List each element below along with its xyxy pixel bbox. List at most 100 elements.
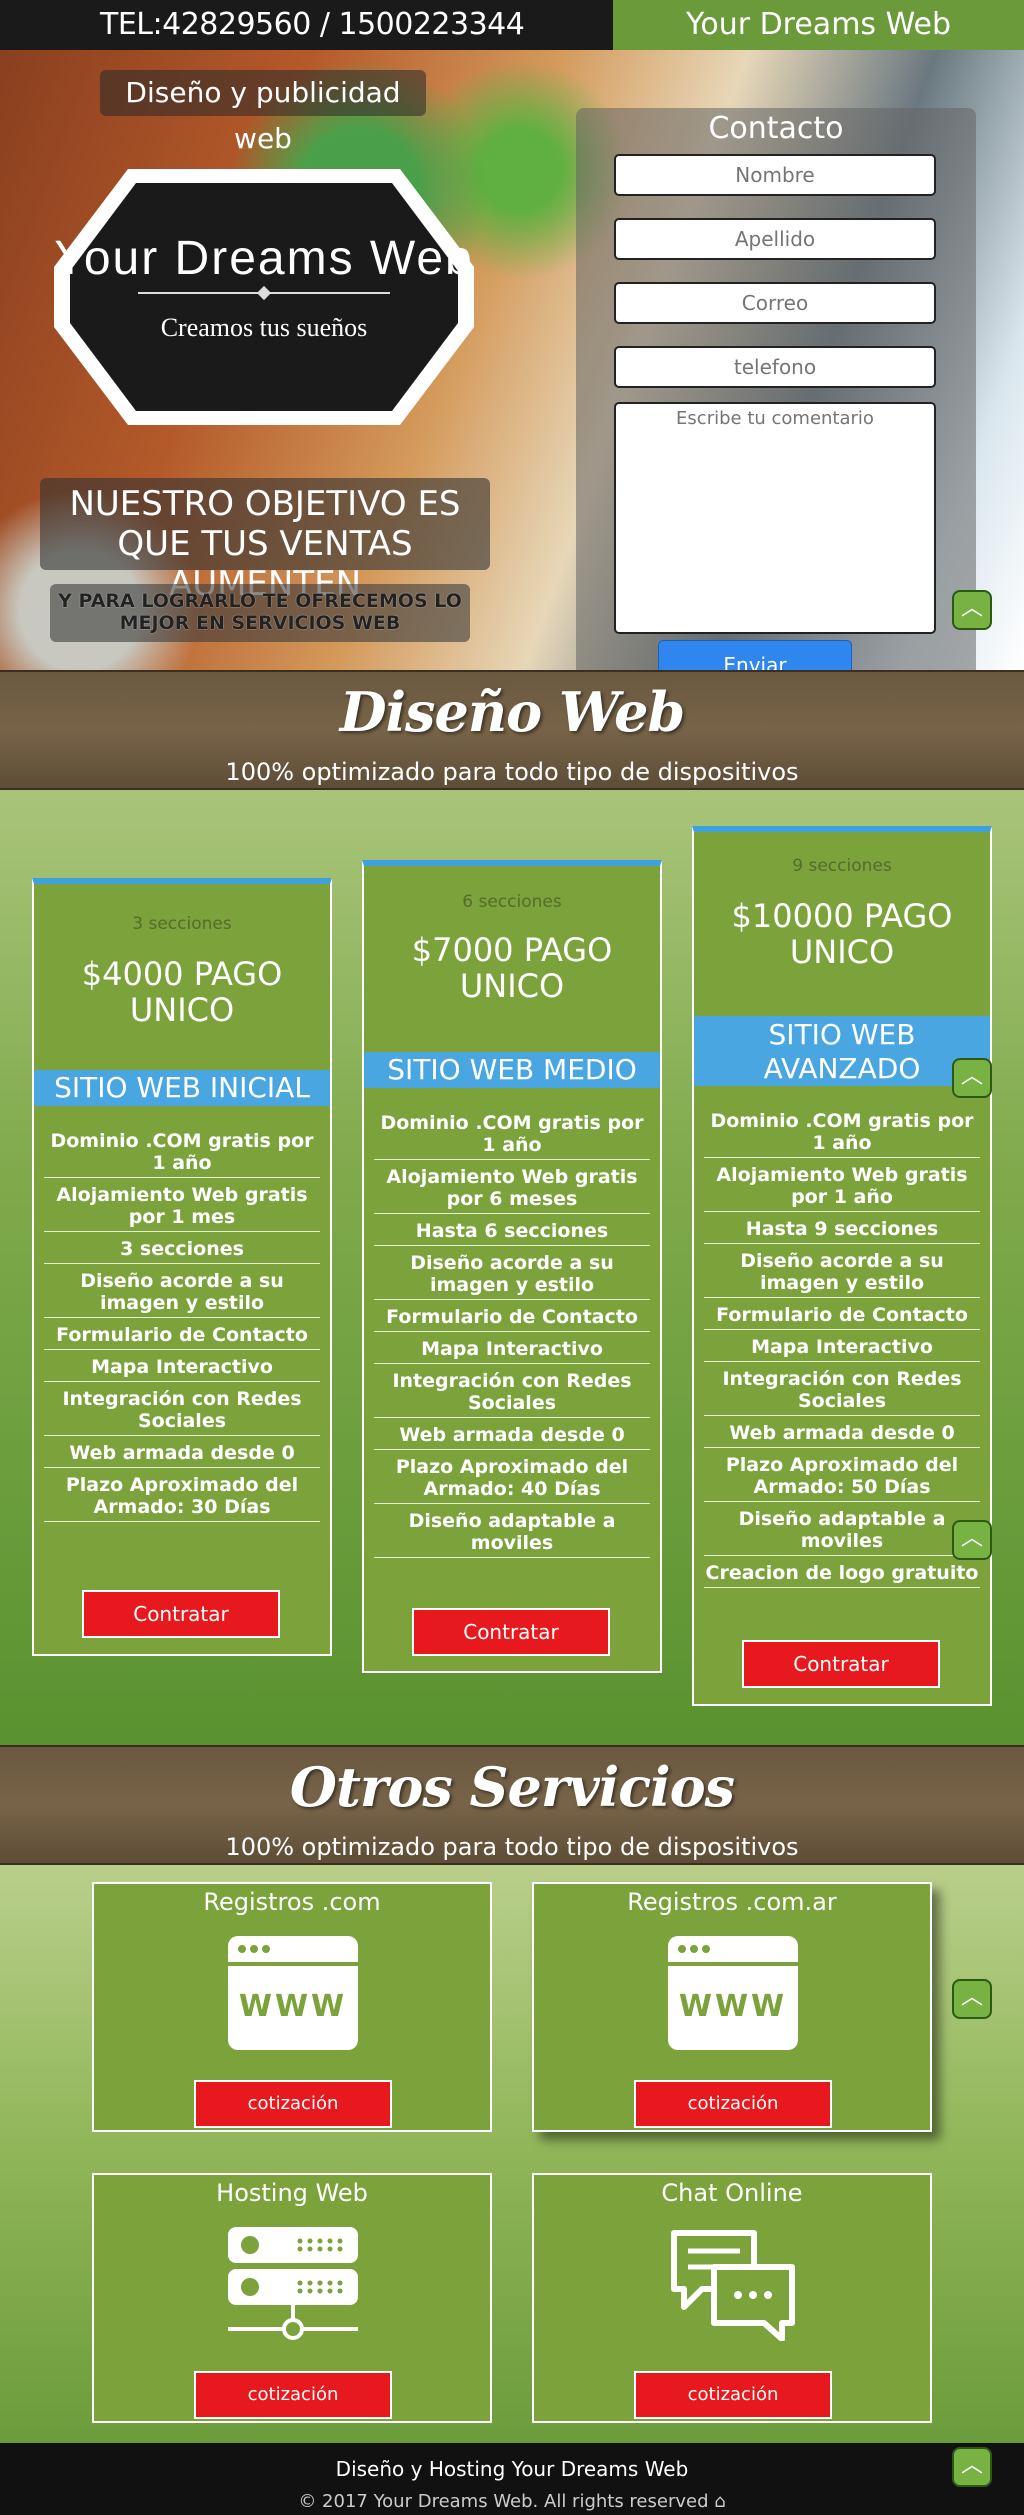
list-item: 3 secciones bbox=[44, 1232, 320, 1264]
plan-price: $7000 PAGO UNICO bbox=[411, 931, 613, 1005]
scroll-top-button[interactable]: ︿ bbox=[952, 1058, 992, 1098]
contact-title: Contacto bbox=[708, 111, 844, 146]
hero-slogan: Diseño y publicidad web bbox=[100, 70, 426, 155]
design-title: Diseño Web bbox=[339, 680, 686, 744]
list-item: Hasta 6 secciones bbox=[374, 1214, 650, 1246]
list-item: Formulario de Contacto bbox=[704, 1298, 980, 1330]
plan-tier: SITIO WEB AVANZADO bbox=[694, 1016, 990, 1086]
plan-price: $4000 PAGO UNICO bbox=[81, 955, 283, 1029]
list-item: Alojamiento Web gratis por 1 mes bbox=[44, 1178, 320, 1232]
contract-button[interactable]: Contratar bbox=[742, 1640, 940, 1688]
list-item: Dominio .COM gratis por 1 año bbox=[704, 1104, 980, 1158]
svg-text:WWW: WWW bbox=[679, 1989, 787, 2024]
send-button[interactable]: Enviar bbox=[658, 640, 852, 670]
plan-sections: 3 secciones bbox=[132, 914, 232, 934]
service-card-comar: Registros .com.ar WWW cotización bbox=[532, 1882, 932, 2132]
list-item: Diseño acorde a su imagen y estilo bbox=[704, 1244, 980, 1298]
list-item: Dominio .COM gratis por 1 año bbox=[44, 1124, 320, 1178]
quote-button[interactable]: cotización bbox=[194, 2371, 392, 2419]
design-subtitle: 100% optimizado para todo tipo de dispos… bbox=[225, 758, 799, 786]
comment-field[interactable] bbox=[614, 402, 936, 634]
www-browser-icon: WWW bbox=[668, 1936, 798, 2050]
server-icon bbox=[228, 2227, 358, 2341]
quote-button[interactable]: cotización bbox=[634, 2371, 832, 2419]
contract-button[interactable]: Contratar bbox=[412, 1608, 610, 1656]
lastname-field[interactable] bbox=[614, 218, 936, 260]
services-section: Registros .com WWW cotización Registros … bbox=[0, 1865, 1024, 2443]
list-item: Plazo Aproximado del Armado: 50 Días bbox=[704, 1448, 980, 1502]
plan-features: Dominio .COM gratis por 1 año Alojamient… bbox=[374, 1106, 650, 1558]
hero-goal-heading: NUESTRO OBJETIVO ES QUE TUS VENTAS AUMEN… bbox=[40, 478, 490, 604]
services-section-header: Otros Servicios 100% optimizado para tod… bbox=[0, 1745, 1024, 1865]
scroll-top-button[interactable]: ︿ bbox=[952, 590, 992, 630]
plan-features: Dominio .COM gratis por 1 año Alojamient… bbox=[44, 1124, 320, 1522]
footer: Diseño y Hosting Your Dreams Web © 2017 … bbox=[0, 2443, 1024, 2515]
design-section-header: Diseño Web 100% optimizado para todo tip… bbox=[0, 670, 1024, 790]
plan-features: Dominio .COM gratis por 1 año Alojamient… bbox=[704, 1104, 980, 1588]
name-field[interactable] bbox=[614, 154, 936, 196]
quote-button[interactable]: cotización bbox=[634, 2080, 832, 2128]
quote-button[interactable]: cotización bbox=[194, 2080, 392, 2128]
chat-bubbles-icon bbox=[668, 2227, 798, 2342]
list-item: Diseño acorde a su imagen y estilo bbox=[374, 1246, 650, 1300]
plan-tier: SITIO WEB INICIAL bbox=[34, 1070, 330, 1106]
list-item: Hasta 9 secciones bbox=[704, 1212, 980, 1244]
scroll-top-button[interactable]: ︿ bbox=[952, 2447, 992, 2487]
contact-form: Contacto Enviar bbox=[576, 108, 976, 670]
plan-price: $10000 PAGO UNICO bbox=[731, 897, 953, 971]
plan-card-advanced: 9 secciones $10000 PAGO UNICO SITIO WEB … bbox=[692, 826, 992, 1706]
logo-title: Your Dreams Web bbox=[54, 232, 474, 285]
chevron-up-icon: ︿ bbox=[960, 1985, 983, 2010]
chevron-up-icon: ︿ bbox=[960, 1064, 983, 1089]
logo[interactable]: Your Dreams Web Creamos tus sueños bbox=[48, 163, 480, 431]
list-item: Integración con Redes Sociales bbox=[704, 1362, 980, 1416]
services-title: Otros Servicios bbox=[289, 1755, 735, 1819]
chevron-up-icon: ︿ bbox=[960, 1526, 983, 1551]
top-bar: TEL:42829560 / 1500223344 Your Dreams We… bbox=[0, 0, 1024, 50]
list-item: Plazo Aproximado del Armado: 30 Días bbox=[44, 1468, 320, 1522]
plan-tier: SITIO WEB MEDIO bbox=[364, 1052, 660, 1088]
list-item: Web armada desde 0 bbox=[44, 1436, 320, 1468]
email-field[interactable] bbox=[614, 282, 936, 324]
list-item: Alojamiento Web gratis por 6 meses bbox=[374, 1160, 650, 1214]
service-label: Hosting Web bbox=[216, 2179, 368, 2207]
phone-number: TEL:42829560 / 1500223344 bbox=[0, 0, 613, 50]
contract-button[interactable]: Contratar bbox=[82, 1590, 280, 1638]
service-card-com: Registros .com WWW cotización bbox=[92, 1882, 492, 2132]
list-item: Plazo Aproximado del Armado: 40 Días bbox=[374, 1450, 650, 1504]
list-item: Web armada desde 0 bbox=[374, 1418, 650, 1450]
chevron-up-icon: ︿ bbox=[960, 2453, 983, 2478]
list-item: Integración con Redes Sociales bbox=[44, 1382, 320, 1436]
list-item: Diseño adaptable a moviles bbox=[374, 1504, 650, 1558]
plans-section: 3 secciones $4000 PAGO UNICO SITIO WEB I… bbox=[0, 790, 1024, 1745]
list-item: Mapa Interactivo bbox=[374, 1332, 650, 1364]
phone-field[interactable] bbox=[614, 346, 936, 388]
list-item: Integración con Redes Sociales bbox=[374, 1364, 650, 1418]
svg-text:WWW: WWW bbox=[239, 1989, 347, 2024]
plan-card-basic: 3 secciones $4000 PAGO UNICO SITIO WEB I… bbox=[32, 878, 332, 1656]
footer-title: Diseño y Hosting Your Dreams Web bbox=[335, 2457, 689, 2481]
plan-sections: 6 secciones bbox=[462, 892, 562, 912]
plan-sections: 9 secciones bbox=[792, 856, 892, 876]
service-label: Registros .com bbox=[203, 1888, 381, 1916]
footer-copyright: © 2017 Your Dreams Web. All rights reser… bbox=[298, 2491, 726, 2512]
chevron-up-icon: ︿ bbox=[960, 596, 983, 621]
service-card-hosting: Hosting Web cotización bbox=[92, 2173, 492, 2423]
list-item: Formulario de Contacto bbox=[44, 1318, 320, 1350]
list-item: Diseño adaptable a moviles bbox=[704, 1502, 980, 1556]
list-item: Alojamiento Web gratis por 1 año bbox=[704, 1158, 980, 1212]
scroll-top-button[interactable]: ︿ bbox=[952, 1979, 992, 2019]
list-item: Mapa Interactivo bbox=[704, 1330, 980, 1362]
service-label: Registros .com.ar bbox=[627, 1888, 837, 1916]
services-subtitle: 100% optimizado para todo tipo de dispos… bbox=[225, 1833, 799, 1861]
scroll-top-button[interactable]: ︿ bbox=[952, 1520, 992, 1560]
hero-subheading: Y PARA LOGRARLO TE OFRECEMOS LO MEJOR EN… bbox=[50, 584, 470, 642]
list-item: Creacion de logo gratuito bbox=[704, 1556, 980, 1588]
plan-card-medium: 6 secciones $7000 PAGO UNICO SITIO WEB M… bbox=[362, 860, 662, 1673]
list-item: Dominio .COM gratis por 1 año bbox=[374, 1106, 650, 1160]
service-label: Chat Online bbox=[661, 2179, 803, 2207]
logo-tagline: Creamos tus sueños bbox=[160, 313, 368, 342]
hero-banner: Diseño y publicidad web Your Dreams Web … bbox=[0, 50, 1024, 670]
brand-title[interactable]: Your Dreams Web bbox=[613, 0, 1024, 50]
service-card-chat: Chat Online cotización bbox=[532, 2173, 932, 2423]
